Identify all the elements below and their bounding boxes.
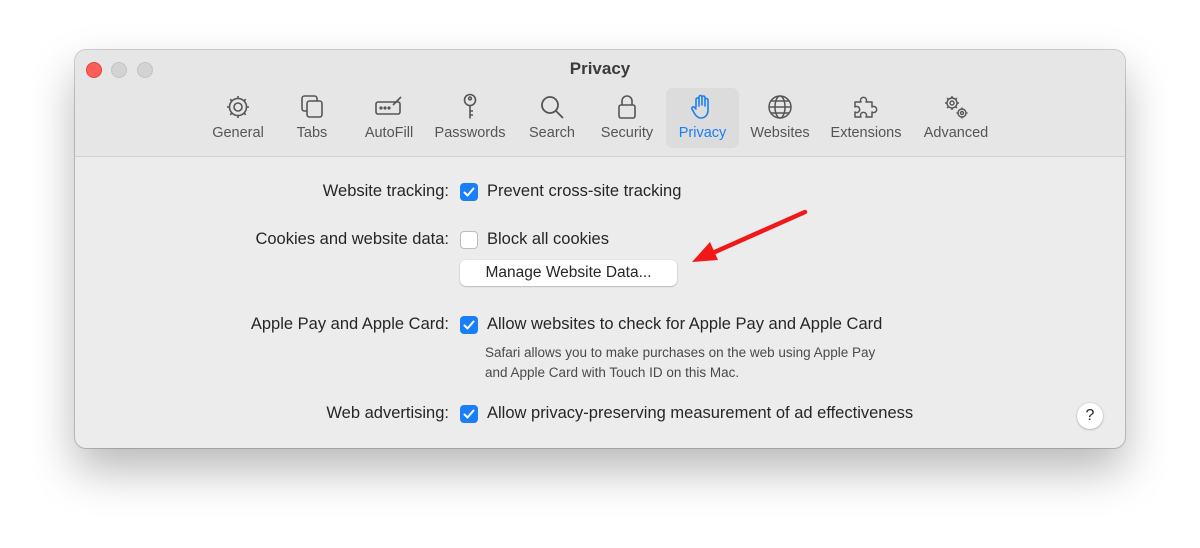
ad-measurement-option: Allow privacy-preserving measurement of … <box>487 404 914 422</box>
puzzle-icon <box>851 92 881 122</box>
ad-measurement-checkbox[interactable] <box>460 405 478 423</box>
description-line: Safari allows you to make purchases on t… <box>485 345 876 360</box>
hand-icon <box>688 92 718 122</box>
preferences-window: Privacy General Tabs AutoFill Passwords … <box>75 50 1125 448</box>
tab-privacy[interactable]: Privacy <box>666 88 739 148</box>
tab-label: Tabs <box>296 125 328 141</box>
description-line: and Apple Card with Touch ID on this Mac… <box>485 365 740 380</box>
website-tracking-label: Website tracking: <box>322 182 449 200</box>
tabs-icon <box>297 92 327 122</box>
annotation-arrow <box>692 209 808 262</box>
prevent-tracking-option: Prevent cross-site tracking <box>487 182 682 200</box>
apple-pay-description: Safari allows you to make purchases on t… <box>485 343 875 383</box>
globe-icon <box>765 92 795 122</box>
manage-website-data-button[interactable]: Manage Website Data... <box>460 260 677 286</box>
tab-label: Extensions <box>830 125 902 141</box>
tab-security[interactable]: Security <box>593 88 661 148</box>
tab-autofill[interactable]: AutoFill <box>352 88 426 148</box>
search-icon <box>537 92 567 122</box>
tab-label: General <box>212 125 264 141</box>
key-icon <box>455 92 485 122</box>
tab-label: AutoFill <box>364 125 414 141</box>
help-button[interactable]: ? <box>1077 403 1103 429</box>
tab-label: Websites <box>750 125 810 141</box>
toolbar: Privacy General Tabs AutoFill Passwords … <box>75 50 1125 157</box>
window-title: Privacy <box>569 59 631 78</box>
tab-label: Privacy <box>678 125 727 141</box>
tab-search[interactable]: Search <box>522 88 582 148</box>
gears-icon <box>941 92 971 122</box>
web-advertising-label: Web advertising: <box>326 404 449 422</box>
tab-label: Passwords <box>434 125 506 141</box>
block-cookies-checkbox[interactable] <box>460 231 478 249</box>
lock-icon <box>612 92 642 122</box>
tab-extensions[interactable]: Extensions <box>823 88 909 148</box>
prevent-tracking-checkbox[interactable] <box>460 183 478 201</box>
apple-pay-label: Apple Pay and Apple Card: <box>250 315 449 333</box>
block-cookies-option: Block all cookies <box>487 230 609 248</box>
gear-icon <box>223 92 253 122</box>
cookies-label: Cookies and website data: <box>255 230 449 248</box>
tab-tabs[interactable]: Tabs <box>282 88 342 148</box>
tab-advanced[interactable]: Advanced <box>917 88 995 148</box>
apple-pay-checkbox[interactable] <box>460 316 478 334</box>
apple-pay-option: Allow websites to check for Apple Pay an… <box>487 315 883 333</box>
tab-websites[interactable]: Websites <box>744 88 816 148</box>
tab-general[interactable]: General <box>204 88 272 148</box>
tab-passwords[interactable]: Passwords <box>430 88 510 148</box>
tab-label: Security <box>600 125 654 141</box>
tab-label: Search <box>529 125 575 141</box>
autofill-icon <box>374 92 404 122</box>
tab-label: Advanced <box>923 125 989 141</box>
